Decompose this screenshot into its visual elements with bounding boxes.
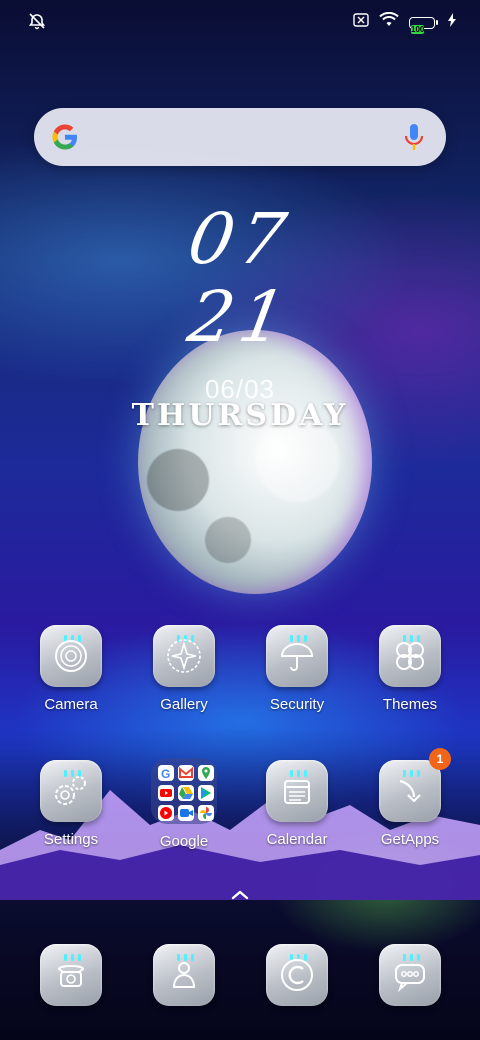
contacts-icon	[153, 944, 215, 1006]
play-mini-icon	[198, 785, 214, 801]
drive-mini-icon	[178, 785, 194, 801]
clock-widget[interactable]: 07 21	[0, 198, 480, 358]
dock-messages[interactable]	[360, 944, 460, 1006]
photos-mini-icon	[198, 805, 214, 821]
svg-text:G: G	[161, 767, 170, 781]
maps-mini-icon	[198, 765, 214, 781]
google-app-mini-icon: G	[158, 765, 174, 781]
app-label: Camera	[44, 696, 98, 713]
google-folder-icon: G	[151, 758, 217, 824]
clock-weekday: THURSDAY	[131, 398, 349, 433]
app-themes[interactable]: Themes	[360, 625, 460, 713]
app-label: Themes	[382, 696, 438, 713]
moon-wallpaper-graphic	[138, 330, 372, 594]
app-settings[interactable]: Settings	[21, 760, 121, 848]
google-g-logo	[52, 124, 77, 150]
clock-minute: 21	[182, 276, 298, 358]
camera-lens-icon	[40, 625, 102, 687]
folder-google[interactable]: G Google	[134, 758, 234, 850]
google-search-bar[interactable]	[34, 108, 446, 166]
app-label: Settings	[43, 831, 99, 848]
charging-bolt-icon	[448, 13, 456, 32]
clover-icon	[379, 625, 441, 687]
wifi-icon	[379, 11, 399, 33]
duo-mini-icon	[178, 805, 194, 821]
app-getapps[interactable]: 1 GetApps	[360, 748, 460, 848]
chevron-up-icon[interactable]	[228, 886, 252, 904]
app-label: Security	[269, 696, 325, 713]
dock-phone[interactable]	[21, 944, 121, 1006]
app-gallery[interactable]: Gallery	[134, 625, 234, 713]
app-camera[interactable]: Camera	[21, 625, 121, 713]
app-calendar[interactable]: Calendar	[247, 760, 347, 848]
microphone-icon[interactable]	[402, 122, 426, 152]
dock-browser[interactable]	[247, 944, 347, 1006]
battery-level: 100	[411, 24, 425, 34]
battery-icon: 100	[409, 16, 438, 34]
youtube-mini-icon	[158, 785, 174, 801]
chrome-c-icon	[266, 944, 328, 1006]
alarm-off-icon	[28, 12, 46, 35]
app-label: Gallery	[160, 696, 208, 713]
status-bar: 100	[0, 0, 480, 44]
app-security[interactable]: Security	[247, 625, 347, 713]
youtube-music-mini-icon	[158, 805, 174, 821]
settings-gears-icon	[40, 760, 102, 822]
phone-icon	[40, 944, 102, 1006]
calendar-icon	[266, 760, 328, 822]
dock-contacts[interactable]	[134, 944, 234, 1006]
messages-bubble-icon	[379, 944, 441, 1006]
app-label: GetApps	[380, 831, 440, 848]
app-label: Google	[159, 833, 209, 850]
clock-hour: 07	[182, 198, 298, 280]
gmail-mini-icon	[178, 765, 194, 781]
app-label: Calendar	[266, 831, 328, 848]
umbrella-icon	[266, 625, 328, 687]
getapps-arrow-icon: 1	[379, 748, 451, 822]
gallery-flower-icon	[153, 625, 215, 687]
no-sim-icon	[353, 13, 369, 32]
notification-badge: 1	[429, 748, 451, 770]
